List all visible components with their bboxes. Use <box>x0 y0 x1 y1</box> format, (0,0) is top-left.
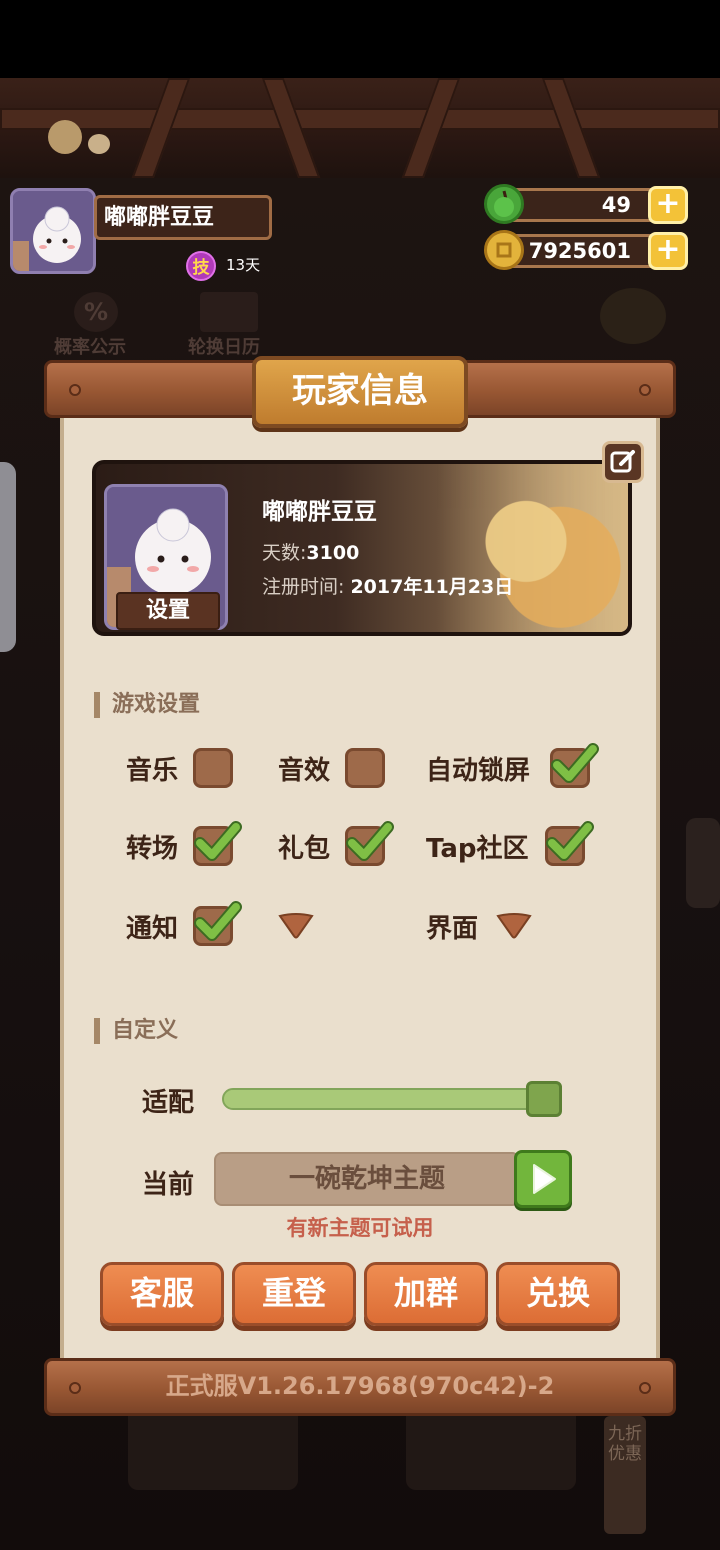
return-icon <box>600 288 666 344</box>
notification-checkbox[interactable] <box>193 901 242 946</box>
check-icon <box>546 821 594 861</box>
profile-card: 设置 嘟嘟胖豆豆 天数:3100 注册时间: 2017年11月23日 <box>92 460 632 636</box>
probability-label: 概率公示 <box>54 337 126 358</box>
status-bar-area <box>0 0 720 78</box>
check-icon <box>194 901 242 941</box>
gift-pack-label: 礼包 <box>278 834 331 864</box>
ui-chevron-down-icon[interactable] <box>496 912 532 940</box>
add-apples-button[interactable]: + <box>648 186 688 224</box>
card-register: 注册时间: 2017年11月23日 <box>262 572 513 599</box>
play-icon[interactable] <box>514 1150 572 1208</box>
card-days: 天数:3100 <box>262 538 359 565</box>
tap-community-label: Tap社区 <box>426 834 529 864</box>
music-label: 音乐 <box>126 756 179 786</box>
notification-label: 通知 <box>126 914 179 944</box>
join-group-button[interactable]: 加群 <box>364 1262 488 1326</box>
player-avatar[interactable] <box>10 188 96 274</box>
gift-pack-checkbox[interactable] <box>345 821 394 866</box>
add-coins-button[interactable]: + <box>648 232 688 270</box>
current-theme-label: 当前 <box>142 1170 195 1200</box>
chevron-down-icon[interactable] <box>278 912 314 940</box>
skill-badge[interactable]: 技 <box>186 251 216 281</box>
discount-promo[interactable]: 九折优惠 <box>604 1416 646 1534</box>
transition-checkbox[interactable] <box>193 821 242 866</box>
new-theme-notice: 有新主题可试用 <box>286 1216 434 1240</box>
avatar-settings-button[interactable]: 设置 <box>116 592 220 630</box>
music-checkbox[interactable] <box>193 748 233 788</box>
sfx-label: 音效 <box>278 756 331 786</box>
transition-label: 转场 <box>126 834 179 864</box>
auto-lock-checkbox[interactable] <box>550 743 599 788</box>
apple-icon <box>484 184 524 224</box>
fit-slider[interactable] <box>222 1088 538 1110</box>
side-drawer-handle[interactable] <box>0 462 16 652</box>
fit-label: 适配 <box>142 1088 195 1118</box>
auto-lock-label: 自动锁屏 <box>426 756 531 786</box>
version-label: 正式服V1.26.17968(970c42)-2 <box>165 1372 555 1400</box>
calendar-icon <box>200 292 258 332</box>
fit-slider-knob[interactable] <box>526 1081 562 1117</box>
card-register-label: 注册时间: <box>262 576 345 598</box>
custom-heading: 自定义 <box>94 1018 178 1044</box>
card-days-label: 天数: <box>262 542 307 564</box>
card-player-name: 嘟嘟胖豆豆 <box>262 499 377 525</box>
fit-slider-fill <box>224 1090 536 1108</box>
ui-label: 界面 <box>426 914 479 944</box>
dialog-title: 玩家信息 <box>252 356 468 428</box>
check-icon <box>346 821 394 861</box>
customer-service-button[interactable]: 客服 <box>100 1262 224 1326</box>
probability-icon: % <box>74 292 118 332</box>
roof-beams <box>0 78 720 178</box>
days-count: 13天 <box>226 256 261 274</box>
sfx-checkbox[interactable] <box>345 748 385 788</box>
calendar-label: 轮换日历 <box>188 337 260 358</box>
theme-name-field[interactable]: 一碗乾坤主题 <box>214 1152 520 1206</box>
check-icon <box>194 821 242 861</box>
card-days-value: 3100 <box>306 542 360 564</box>
coin-icon <box>484 230 524 270</box>
card-register-value: 2017年11月23日 <box>350 576 514 598</box>
edit-icon[interactable] <box>602 441 644 483</box>
player-name-plate: 嘟嘟胖豆豆 <box>94 195 272 240</box>
game-settings-heading: 游戏设置 <box>94 692 200 718</box>
redeem-button[interactable]: 兑换 <box>496 1262 620 1326</box>
check-icon <box>551 743 599 783</box>
tap-community-checkbox[interactable] <box>545 821 594 866</box>
relogin-button[interactable]: 重登 <box>232 1262 356 1326</box>
character-art <box>436 464 628 632</box>
